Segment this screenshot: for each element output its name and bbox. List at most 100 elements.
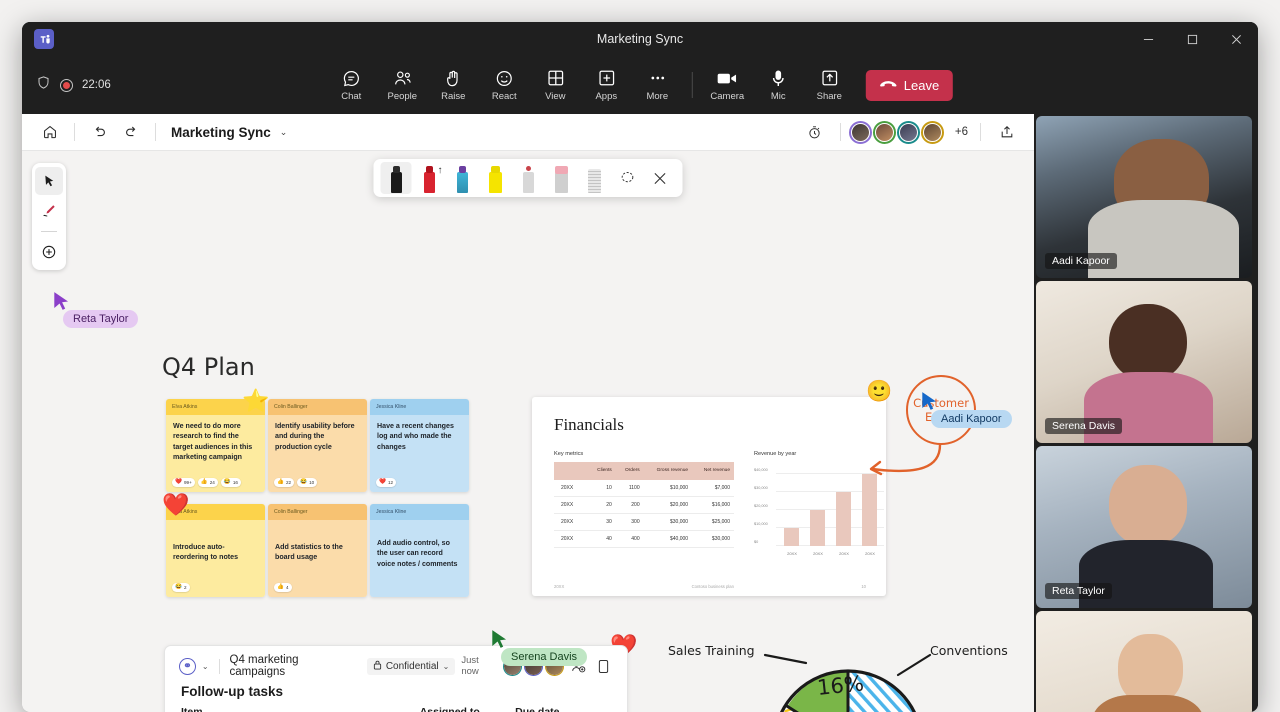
tool-people[interactable]: People xyxy=(378,64,427,106)
sticky-note[interactable]: Jessica Kline Have a recent changes log … xyxy=(370,399,469,492)
leave-button[interactable]: Leave xyxy=(865,69,954,101)
video-roster: Aadi Kapoor Serena Davis Reta Taylor xyxy=(1034,114,1258,712)
avatar[interactable] xyxy=(896,120,920,144)
sticky-note[interactable]: Jessica Kline Add audio control, so the … xyxy=(370,504,469,597)
sticky-note[interactable]: Colin Ballinger Identify usability befor… xyxy=(268,399,367,492)
col-orders: Orders xyxy=(615,462,644,480)
more-participants-count[interactable]: +6 xyxy=(955,126,968,138)
toolbar-divider xyxy=(691,72,693,98)
tool-apps[interactable]: Apps xyxy=(582,64,631,106)
whiteboard-panel: Marketing Sync ⌄ +6 ↑ Q4 Plan Elva Atkin… xyxy=(22,114,1034,712)
tool-raise[interactable]: Raise xyxy=(429,64,478,106)
note-reactions: 👍 22 😂 10 xyxy=(268,478,367,492)
add-plus-icon[interactable] xyxy=(35,238,63,266)
y-tick: $20,000 xyxy=(754,504,768,508)
pen-ink-icon[interactable] xyxy=(35,197,63,225)
home-icon[interactable] xyxy=(36,119,63,146)
customer-email-annotation[interactable]: Customer Email 🙂 xyxy=(860,367,990,492)
avatar[interactable] xyxy=(848,120,872,144)
chevron-down-icon[interactable]: ⌄ xyxy=(202,662,209,671)
maximize-button[interactable] xyxy=(1170,22,1214,56)
note-author: Colin Ballinger xyxy=(268,399,367,415)
note-reactions: ❤️ 12 xyxy=(370,478,469,492)
video-tile[interactable] xyxy=(1036,611,1252,712)
pink-eraser-icon[interactable] xyxy=(546,162,577,194)
tool-label: Mic xyxy=(770,91,786,102)
tool-camera[interactable]: Camera xyxy=(703,64,752,106)
reaction-chip[interactable]: 👍 24 xyxy=(197,478,218,487)
avatar[interactable] xyxy=(872,120,896,144)
minimize-button[interactable] xyxy=(1126,22,1170,56)
reaction-chip[interactable]: 😂 16 xyxy=(220,478,241,487)
pie-chart-drawing[interactable]: 16% 40% 20% 24% Sales Training Conventio… xyxy=(658,633,1034,712)
share-board-icon[interactable] xyxy=(993,119,1020,146)
tool-share[interactable]: Share xyxy=(805,64,854,106)
loop-icon[interactable]: ⚭ xyxy=(179,657,196,675)
ruler-icon[interactable] xyxy=(579,162,610,194)
cell-clients: 20 xyxy=(588,496,616,514)
tool-label: Apps xyxy=(595,91,618,102)
reaction-chip[interactable]: ❤️ 99+ xyxy=(172,478,195,487)
note-text: Introduce auto-reordering to notes xyxy=(166,520,265,583)
video-tile[interactable]: Reta Taylor xyxy=(1036,446,1252,608)
tool-chat[interactable]: Chat xyxy=(327,64,376,106)
loop-heading: Follow-up tasks xyxy=(181,684,284,699)
chevron-down-icon[interactable]: ⌄ xyxy=(280,127,288,138)
reaction-chip[interactable]: 😂 10 xyxy=(297,478,318,487)
cell-year: 20XX xyxy=(554,479,588,497)
yellow-highlighter-icon[interactable] xyxy=(480,162,511,194)
close-button[interactable] xyxy=(1214,22,1258,56)
tool-react[interactable]: React xyxy=(480,64,529,106)
star-sticker[interactable]: ⭐ xyxy=(242,390,269,412)
tool-label: People xyxy=(387,91,418,102)
toolbar-divider xyxy=(74,123,75,141)
avatar[interactable] xyxy=(920,120,944,144)
select-cursor-icon[interactable] xyxy=(35,167,63,195)
redo-icon[interactable] xyxy=(117,119,144,146)
video-tile[interactable]: Serena Davis xyxy=(1036,281,1252,443)
tool-view[interactable]: View xyxy=(531,64,580,106)
sticky-note[interactable]: Elva Atkins Introduce auto-reordering to… xyxy=(166,504,265,597)
col-clients: Clients xyxy=(588,462,616,480)
whiteboard-canvas[interactable]: ↑ Q4 Plan Elva Atkins We need to do more… xyxy=(22,151,1034,712)
video-tile[interactable]: Aadi Kapoor xyxy=(1036,116,1252,278)
tool-more[interactable]: More xyxy=(633,64,682,106)
canvas-heading: Q4 Plan xyxy=(162,353,255,381)
gray-pen-icon[interactable] xyxy=(513,162,544,194)
x-tick: 20XX xyxy=(787,551,797,556)
table-row: 20XX 20 200 $20,000 $16,000 xyxy=(554,496,734,514)
tool-label: More xyxy=(646,91,669,102)
cell-net: $7,000 xyxy=(692,479,734,497)
tool-mic[interactable]: Mic xyxy=(754,64,803,106)
sensitivity-badge[interactable]: Confidential ⌄ xyxy=(366,657,456,675)
footer-center: Contoso business plan xyxy=(691,584,734,589)
sticky-note[interactable]: Colin Ballinger Add statistics to the bo… xyxy=(268,504,367,597)
apps-plus-icon xyxy=(597,68,615,88)
reaction-chip[interactable]: 👍 22 xyxy=(274,478,295,487)
reaction-chip[interactable]: 👍 4 xyxy=(274,583,292,592)
reaction-chip[interactable]: ❤️ 12 xyxy=(376,478,397,487)
cell-year: 20XX xyxy=(554,530,588,548)
cell-orders: 1100 xyxy=(615,479,644,497)
heart-sticker[interactable]: ❤️ xyxy=(162,494,189,516)
blue-pen-icon[interactable] xyxy=(447,162,478,194)
timer-icon[interactable] xyxy=(801,119,828,146)
close-toolbar-icon[interactable] xyxy=(645,162,676,194)
pen-toolbar: ↑ xyxy=(373,159,683,197)
lasso-select-icon[interactable] xyxy=(612,162,643,194)
y-tick: $40,000 xyxy=(754,468,768,472)
meeting-stage: Marketing Sync ⌄ +6 ↑ Q4 Plan Elva Atkin… xyxy=(22,114,1258,712)
title-bar: Marketing Sync xyxy=(22,22,1258,56)
y-tick: $0 xyxy=(754,540,759,544)
shield-icon xyxy=(36,75,51,95)
red-pen-icon[interactable]: ↑ xyxy=(414,162,445,194)
black-pen-icon[interactable] xyxy=(380,162,412,194)
financials-slide[interactable]: Financials Key metrics Clients Orders Gr… xyxy=(532,397,886,596)
participant-name: Aadi Kapoor xyxy=(1045,253,1117,269)
reaction-chip[interactable]: 😂 2 xyxy=(172,583,190,592)
undo-icon[interactable] xyxy=(86,119,113,146)
key-metrics-table: Clients Orders Gross revenue Net revenue… xyxy=(554,462,734,548)
cell-net: $25,000 xyxy=(692,513,734,531)
smiley-sticker[interactable]: 🙂 xyxy=(866,381,892,402)
mobile-device-icon[interactable] xyxy=(593,656,613,676)
